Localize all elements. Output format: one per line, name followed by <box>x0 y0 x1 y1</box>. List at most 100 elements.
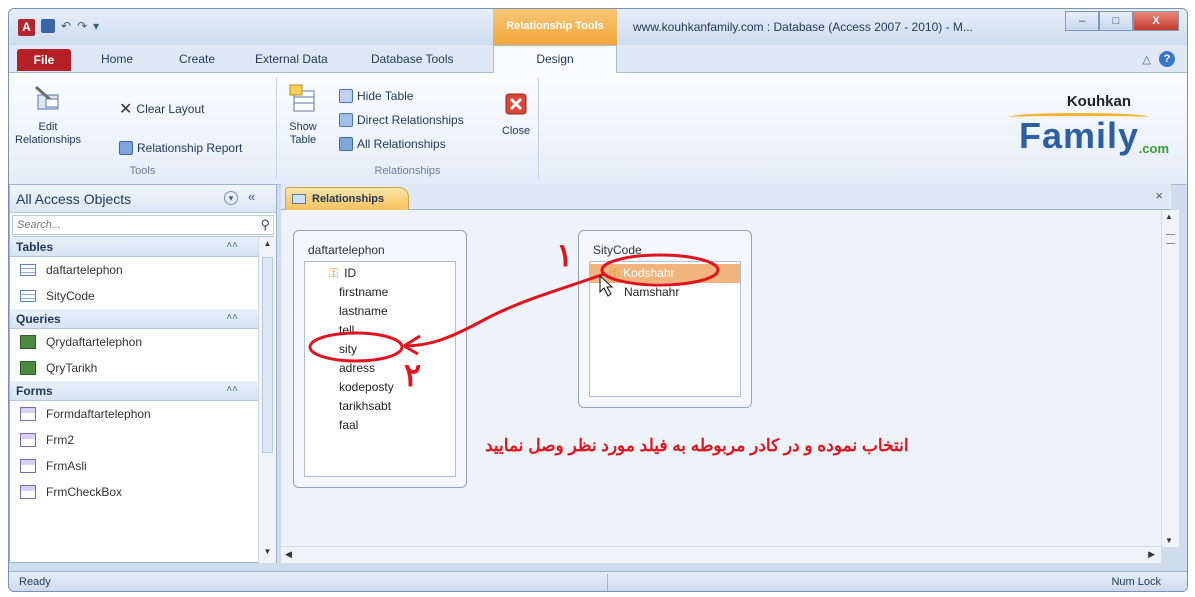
show-table-icon <box>289 84 315 112</box>
nav-search-input[interactable] <box>12 215 274 235</box>
maximize-button[interactable]: □ <box>1099 11 1133 31</box>
direct-relationships-button[interactable]: Direct Relationships <box>339 113 464 127</box>
relationship-report-icon <box>119 141 133 155</box>
instruction-annotation: انتخاب نموده و در کادر مربوطه به فیلد مو… <box>485 436 909 455</box>
nav-scrollbar[interactable]: ▲ ▼ <box>258 237 276 563</box>
list-item[interactable]: QryTarikh <box>10 355 258 381</box>
clear-layout-icon: ✕ <box>119 101 133 118</box>
scroll-down-icon[interactable]: ▼ <box>261 547 274 561</box>
relationships-group: Show Table Hide Table Direct Relationshi… <box>277 77 539 179</box>
list-item[interactable]: Qrydaftartelephon <box>10 329 258 355</box>
hide-table-button[interactable]: Hide Table <box>339 89 413 103</box>
field-row[interactable]: tarikhsabt <box>339 397 391 416</box>
tools-group-label: Tools <box>129 165 156 177</box>
list-item-label: FrmCheckBox <box>46 485 123 499</box>
field-row[interactable]: Namshahr <box>624 283 679 302</box>
list-item[interactable]: Formdaftartelephon <box>10 401 258 427</box>
tab-home[interactable]: Home <box>101 52 133 66</box>
undo-icon[interactable]: ↶ <box>61 19 71 33</box>
field-row-primary-key[interactable]: ⚿ ID <box>329 264 356 283</box>
all-relationships-button[interactable]: All Relationships <box>339 137 446 151</box>
category-queries[interactable]: Queries ˄˄ <box>10 309 258 329</box>
list-item-label: daftartelephon <box>46 263 123 277</box>
table-icon <box>20 264 36 276</box>
field-row[interactable]: adress <box>339 359 375 378</box>
scroll-thumb[interactable] <box>262 257 273 453</box>
form-icon <box>20 433 36 447</box>
tools-group: Edit Relationships ✕ Clear Layout Relati… <box>9 77 277 179</box>
list-item-label: FrmAsli <box>46 459 87 473</box>
kouhkan-family-logo: Kouhkan Family .com <box>989 93 1169 163</box>
list-item-label: SityCode <box>46 289 95 303</box>
search-icon[interactable]: ⚲ <box>260 217 270 233</box>
nav-title[interactable]: All Access Objects <box>16 191 131 207</box>
field-row-kodshahr-selected[interactable]: ⚿ Kodshahr <box>590 264 740 283</box>
list-item[interactable]: SityCode <box>10 283 258 309</box>
access-app-icon[interactable]: A <box>18 19 35 36</box>
tab-external-data[interactable]: External Data <box>255 52 328 66</box>
field-row[interactable]: faal <box>339 416 358 435</box>
status-bar: Ready Num Lock <box>9 571 1187 591</box>
nav-header: All Access Objects ▾ « <box>10 185 276 213</box>
table-window-sitycode[interactable]: SityCode ⚿ Kodshahr Namshahr <box>578 230 752 408</box>
field-row[interactable]: tell <box>339 321 354 340</box>
redo-icon[interactable]: ↷ <box>77 19 87 33</box>
title-bar: A ↶ ↷ ▾ Relationship Tools www.kouhkanfa… <box>9 9 1187 45</box>
query-icon <box>20 361 36 375</box>
list-item[interactable]: Frm2 <box>10 427 258 453</box>
close-document-icon[interactable]: × <box>1155 188 1163 203</box>
close-window-button[interactable]: X <box>1133 11 1179 31</box>
status-num-lock: Num Lock <box>1111 576 1161 588</box>
close-relationships-button[interactable]: Close <box>499 91 533 138</box>
tab-database-tools[interactable]: Database Tools <box>371 52 454 66</box>
table-window-title[interactable]: daftartelephon <box>308 243 385 257</box>
field-row[interactable]: lastname <box>339 302 388 321</box>
tab-design[interactable]: Design <box>493 45 617 74</box>
tab-relationships[interactable]: Relationships <box>285 187 409 210</box>
field-row[interactable]: firstname <box>339 283 388 302</box>
scroll-up-icon[interactable]: ▲ <box>1165 212 1173 221</box>
logo-main-text: Family <box>1018 115 1139 156</box>
status-ready: Ready <box>19 576 51 588</box>
window-controls: – □ X <box>1065 11 1179 31</box>
minimize-button[interactable]: – <box>1065 11 1099 31</box>
edit-relationships-label: Edit Relationships <box>15 121 82 146</box>
save-icon[interactable] <box>41 19 55 33</box>
list-item[interactable]: FrmAsli <box>10 453 258 479</box>
category-forms[interactable]: Forms ˄˄ <box>10 381 258 401</box>
scroll-up-icon[interactable]: ▲ <box>261 239 274 253</box>
minimize-ribbon-icon[interactable]: △ <box>1143 53 1151 66</box>
clear-layout-button[interactable]: ✕ Clear Layout <box>119 99 204 119</box>
edit-relationships-button[interactable]: Edit Relationships <box>15 83 81 147</box>
scroll-down-icon[interactable]: ▼ <box>1165 536 1173 545</box>
canvas-vertical-scrollbar[interactable]: ▲ ▼ <box>1161 210 1179 547</box>
key-icon: ⚿ <box>329 266 339 280</box>
show-table-label: Show Table <box>289 121 317 146</box>
field-label: Kodshahr <box>623 266 675 280</box>
table-window-daftartelephon[interactable]: daftartelephon ⚿ ID firstname lastname te… <box>293 230 467 488</box>
customize-icon[interactable]: ▾ <box>93 19 99 33</box>
table-window-title[interactable]: SityCode <box>593 243 642 257</box>
help-icon[interactable]: ? <box>1159 51 1175 67</box>
step-2-numeral: ۲ <box>404 357 422 393</box>
all-relationships-icon <box>339 137 353 151</box>
collapse-pane-icon[interactable]: « <box>248 189 255 204</box>
scroll-left-icon[interactable]: ◀ <box>285 549 292 560</box>
scroll-right-icon[interactable]: ▶ <box>1148 549 1155 560</box>
edit-relationships-icon <box>35 85 59 110</box>
field-row[interactable]: kodeposty <box>339 378 394 397</box>
scroll-grip[interactable] <box>1166 234 1175 244</box>
tab-file[interactable]: File <box>17 49 71 71</box>
list-item[interactable]: daftartelephon <box>10 257 258 283</box>
category-label: Forms <box>16 384 53 398</box>
query-icon <box>20 335 36 349</box>
nav-dropdown-icon[interactable]: ▾ <box>224 191 238 205</box>
tab-create[interactable]: Create <box>179 52 215 66</box>
show-table-button[interactable]: Show Table <box>283 83 323 147</box>
field-row-sity[interactable]: sity <box>339 340 357 359</box>
category-tables[interactable]: Tables ˄˄ <box>10 237 258 257</box>
all-relationships-label: All Relationships <box>357 137 446 151</box>
list-item[interactable]: FrmCheckBox <box>10 479 258 505</box>
canvas-horizontal-scrollbar[interactable]: ◀ ▶ <box>281 546 1161 563</box>
relationship-report-button[interactable]: Relationship Report <box>119 141 242 155</box>
